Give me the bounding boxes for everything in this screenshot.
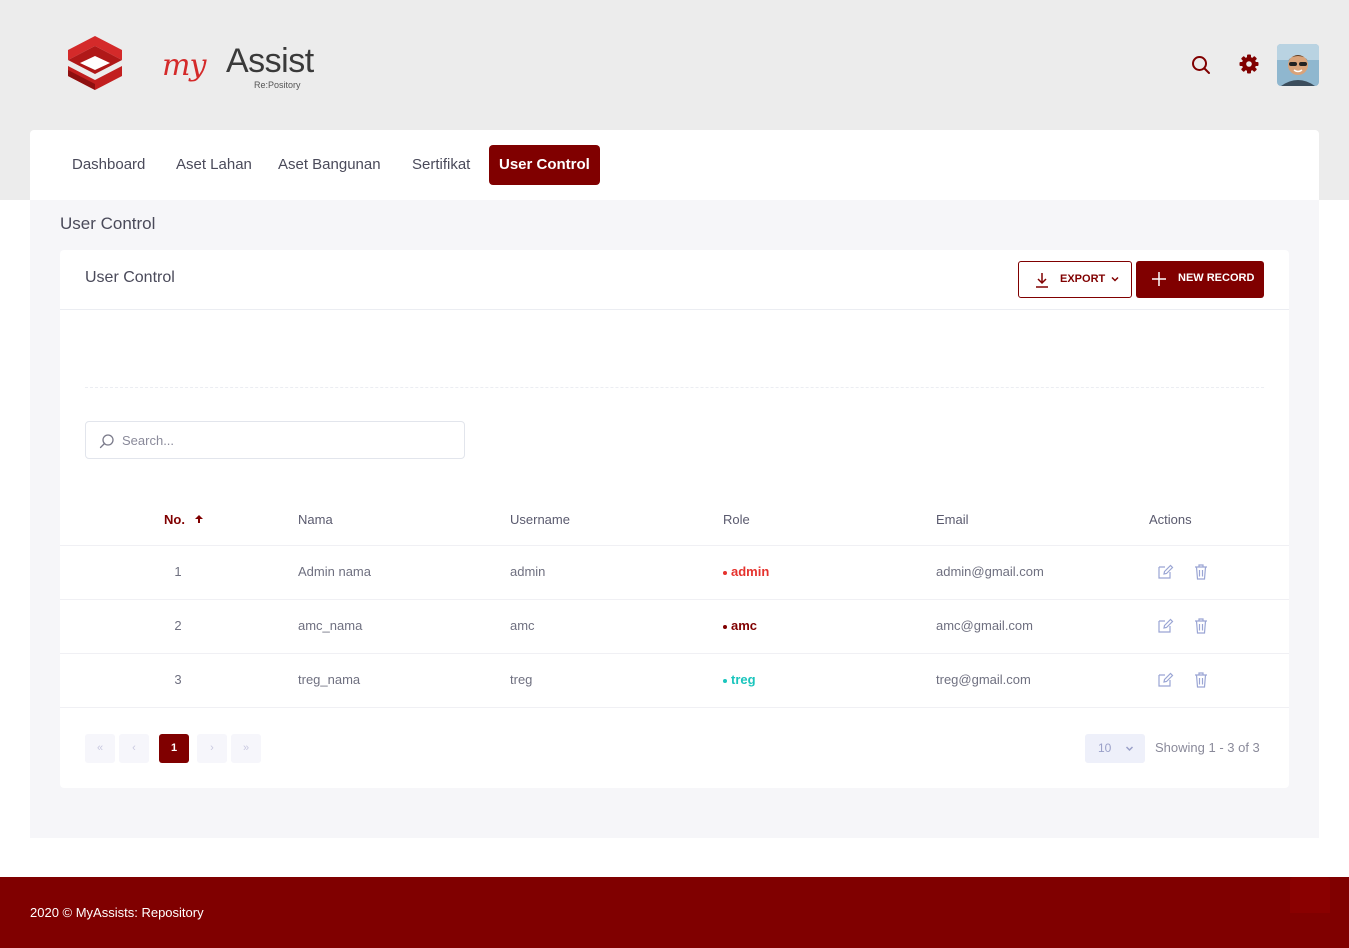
role-dot (723, 678, 727, 683)
search-icon (99, 434, 114, 449)
table-row: 1 Admin nama admin admin admin@gmail.com (60, 546, 1289, 600)
nav-item-dashboard[interactable]: Dashboard (62, 145, 155, 185)
cell-username: amc (510, 618, 535, 633)
edit-icon[interactable] (1156, 563, 1174, 581)
role-label: treg (731, 672, 756, 687)
search-input[interactable] (122, 430, 452, 450)
first-page-button[interactable]: « (85, 734, 115, 763)
plus-icon (1152, 272, 1166, 286)
role-dot (723, 624, 727, 629)
trash-icon[interactable] (1192, 563, 1210, 581)
edit-icon[interactable] (1156, 617, 1174, 635)
page-title: User Control (60, 214, 156, 233)
cell-username: treg (510, 672, 533, 687)
download-icon (1036, 273, 1048, 288)
cell-role: admin (723, 564, 769, 579)
page-button-current[interactable]: 1 (159, 734, 189, 763)
gear-icon[interactable] (1238, 53, 1260, 75)
cell-email: admin@gmail.com (936, 564, 1044, 579)
cell-nama: treg_nama (298, 672, 361, 687)
footer: 2020 © MyAssists: Repository (0, 877, 1349, 948)
cell-no: 1 (174, 564, 182, 579)
cell-email: treg@gmail.com (936, 672, 1031, 687)
page-size-select[interactable]: 10 (1085, 734, 1145, 763)
search-icon[interactable] (1190, 54, 1212, 76)
page-size-value: 10 (1098, 741, 1112, 755)
cell-email: amc@gmail.com (936, 618, 1033, 633)
role-label: amc (731, 618, 758, 633)
role-label: admin (731, 564, 770, 579)
card-header: User Control EXPORT NEW RECORD (60, 250, 1289, 310)
cell-role: treg (723, 672, 756, 687)
export-label: EXPORT (1060, 273, 1106, 285)
cell-no: 3 (174, 672, 182, 687)
table-header: No. Nama Username Role Email Actions (60, 494, 1289, 546)
cell-nama: Admin nama (298, 564, 371, 579)
search-field[interactable] (85, 421, 465, 459)
brand-script: my (162, 48, 206, 83)
brand-logo[interactable]: my Assist Re:Pository (162, 40, 314, 98)
brand-name: Assist (226, 42, 314, 80)
user-avatar-icon (1277, 44, 1319, 86)
footer-text: 2020 © MyAssists: Repository (30, 905, 204, 920)
column-header-no[interactable]: No. (164, 512, 185, 527)
scroll-top-button[interactable] (1290, 877, 1330, 913)
nav-item-user-control[interactable]: User Control (489, 145, 600, 185)
nav-item-aset-lahan[interactable]: Aset Lahan (166, 145, 262, 185)
export-button[interactable]: EXPORT (1018, 261, 1132, 298)
table-row: 3 treg_nama treg treg treg@gmail.com (60, 654, 1289, 708)
new-record-label: NEW RECORD (1178, 272, 1255, 284)
chevron-down-icon (1125, 746, 1134, 752)
column-header-actions: Actions (1149, 512, 1192, 527)
table-row: 2 amc_nama amc amc amc@gmail.com (60, 600, 1289, 654)
column-header-nama[interactable]: Nama (298, 512, 333, 527)
brand-subtitle: Re:Pository (254, 80, 301, 90)
nav-item-aset-bangunan[interactable]: Aset Bangunan (268, 145, 391, 185)
cell-role: amc (723, 618, 757, 633)
role-dot (723, 570, 727, 575)
new-record-button[interactable]: NEW RECORD (1136, 261, 1264, 298)
avatar[interactable] (1277, 44, 1319, 86)
logo-icon (68, 36, 122, 90)
sort-ascending-icon[interactable] (194, 514, 204, 524)
cell-username: admin (510, 564, 546, 579)
chevron-down-icon (1111, 276, 1119, 282)
pagination-info: Showing 1 - 3 of 3 (1155, 740, 1260, 755)
column-header-email[interactable]: Email (936, 512, 969, 527)
main-nav: Dashboard Aset Lahan Aset Bangunan Serti… (30, 130, 1319, 200)
card-title: User Control (85, 269, 175, 286)
column-header-username[interactable]: Username (510, 512, 570, 527)
trash-icon[interactable] (1192, 617, 1210, 635)
cell-nama: amc_nama (298, 618, 363, 633)
cell-no: 2 (174, 618, 182, 633)
prev-page-button[interactable]: ‹ (119, 734, 149, 763)
last-page-button[interactable]: » (231, 734, 261, 763)
next-page-button[interactable]: › (197, 734, 227, 763)
edit-icon[interactable] (1156, 671, 1174, 689)
trash-icon[interactable] (1192, 671, 1210, 689)
nav-item-sertifikat[interactable]: Sertifikat (402, 145, 480, 185)
user-control-card: User Control EXPORT NEW RECORD Search...… (60, 250, 1289, 788)
divider (85, 387, 1264, 388)
column-header-role[interactable]: Role (723, 512, 750, 527)
